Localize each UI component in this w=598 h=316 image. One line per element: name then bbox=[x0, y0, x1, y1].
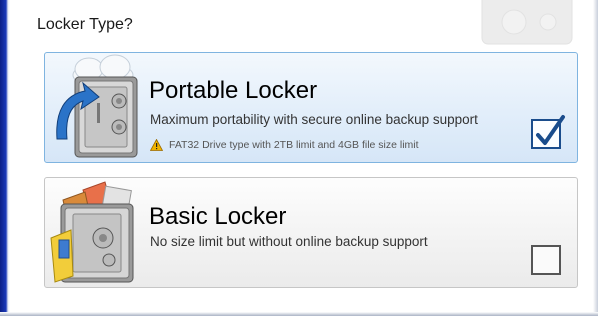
page-title: Locker Type? bbox=[37, 16, 133, 33]
option-description: No size limit but without online backup … bbox=[150, 234, 428, 249]
window-right-border bbox=[593, 0, 598, 316]
option-title: Basic Locker bbox=[149, 203, 287, 230]
safe-cloud-icon bbox=[56, 54, 138, 158]
option-description: Maximum portability with secure online b… bbox=[150, 112, 478, 127]
option-title: Portable Locker bbox=[149, 77, 318, 104]
window-bottom-border bbox=[0, 312, 598, 316]
option-basic-locker[interactable]: Basic Locker No size limit but without o… bbox=[44, 177, 578, 288]
safe-documents-icon bbox=[50, 181, 134, 283]
option-note-text: FAT32 Drive type with 2TB limit and 4GB … bbox=[169, 139, 419, 151]
option-portable-locker[interactable]: Portable Locker Maximum portability with… bbox=[44, 52, 578, 163]
window-left-border bbox=[0, 0, 10, 316]
watermark-safe-icon bbox=[481, 0, 573, 45]
portable-locker-checkbox[interactable] bbox=[531, 115, 565, 149]
warning-icon bbox=[150, 139, 163, 151]
option-note: FAT32 Drive type with 2TB limit and 4GB … bbox=[150, 139, 419, 151]
basic-locker-checkbox[interactable] bbox=[531, 245, 561, 275]
checkmark-icon bbox=[536, 115, 565, 145]
